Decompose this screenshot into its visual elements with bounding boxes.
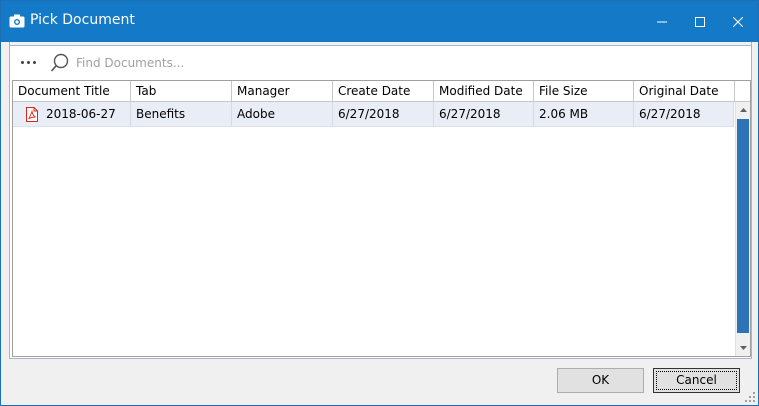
- search-input[interactable]: [76, 53, 476, 73]
- more-options-icon[interactable]: [21, 57, 41, 67]
- camera-icon: [9, 14, 25, 28]
- title-bar[interactable]: Pick Document: [1, 1, 758, 42]
- column-header-document-title[interactable]: Document Title: [13, 81, 131, 101]
- scroll-up-button[interactable]: [736, 102, 750, 118]
- pick-document-dialog: Pick Document Document Title Tab: [0, 0, 759, 406]
- maximize-button[interactable]: [679, 1, 721, 42]
- grid-header: Document Title Tab Manager Create Date M…: [13, 81, 750, 102]
- column-header-create-date[interactable]: Create Date: [333, 81, 434, 101]
- search-bar: [10, 47, 751, 80]
- panel-top-strip: [10, 42, 751, 46]
- table-row[interactable]: 2018-06-27 Benefits Adobe 6/27/2018 6/27…: [13, 102, 734, 127]
- documents-grid: Document Title Tab Manager Create Date M…: [12, 80, 751, 357]
- cell-modified-date: 6/27/2018: [434, 102, 534, 126]
- minimize-icon: [657, 21, 667, 22]
- search-icon[interactable]: [50, 53, 70, 73]
- scroll-down-button[interactable]: [736, 340, 750, 356]
- cell-document-title: 2018-06-27: [13, 102, 131, 126]
- column-header-tab[interactable]: Tab: [131, 81, 232, 101]
- cell-manager: Adobe: [232, 102, 333, 126]
- cancel-button[interactable]: Cancel: [653, 368, 740, 393]
- close-icon: [733, 16, 743, 27]
- resize-grip-icon[interactable]: [744, 391, 756, 403]
- scroll-thumb[interactable]: [737, 119, 749, 333]
- minimize-button[interactable]: [641, 1, 683, 42]
- arrow-down-icon: [739, 346, 747, 350]
- cell-tab: Benefits: [131, 102, 232, 126]
- document-picker-panel: Document Title Tab Manager Create Date M…: [9, 42, 752, 359]
- arrow-up-icon: [739, 108, 747, 112]
- ok-button[interactable]: OK: [557, 368, 644, 393]
- window-title: Pick Document: [30, 12, 135, 28]
- vertical-scrollbar[interactable]: [735, 102, 750, 356]
- cell-file-size: 2.06 MB: [534, 102, 634, 126]
- cell-original-date: 6/27/2018: [634, 102, 734, 126]
- close-button[interactable]: [717, 1, 759, 42]
- maximize-icon: [695, 16, 705, 27]
- column-header-original-date[interactable]: Original Date: [634, 81, 735, 101]
- column-header-manager[interactable]: Manager: [232, 81, 333, 101]
- column-header-modified-date[interactable]: Modified Date: [434, 81, 534, 101]
- column-header-file-size[interactable]: File Size: [534, 81, 634, 101]
- cell-create-date: 6/27/2018: [333, 102, 434, 126]
